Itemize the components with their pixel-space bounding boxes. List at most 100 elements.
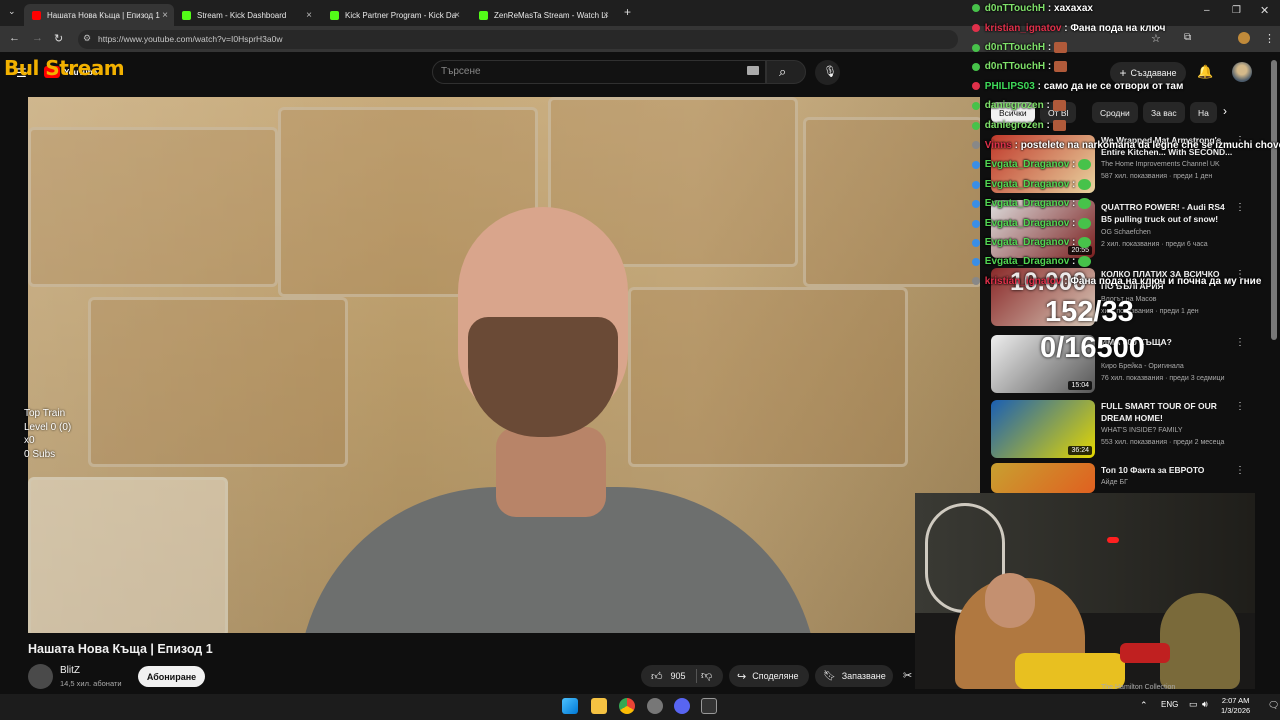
url-text[interactable]: https://www.youtube.com/watch?v=I0HsprH3…	[98, 34, 283, 44]
close-tab-icon[interactable]: ×	[603, 10, 609, 21]
close-tab-icon[interactable]: ×	[454, 10, 460, 21]
back-icon[interactable]: ←	[9, 32, 20, 44]
wall-brick	[628, 287, 908, 467]
extensions-icon[interactable]: ⧉	[1184, 32, 1191, 43]
channel-avatar[interactable]	[28, 664, 53, 689]
minimize-icon[interactable]: –	[1204, 5, 1210, 16]
subscribe-button[interactable]: Абониране	[138, 666, 205, 687]
more-actions-icon[interactable]: ⋮	[1235, 337, 1245, 348]
video-duration: 15:04	[1068, 381, 1092, 390]
bulstream-logo: Bul Stream	[4, 56, 125, 80]
recommendation-channel[interactable]: Айде БГ	[1101, 479, 1128, 486]
notifications-bell-icon[interactable]: 🔔	[1197, 64, 1213, 80]
notification-center-icon[interactable]: 🗨	[1268, 700, 1279, 711]
recommendation-meta: 553 хил. показвания · преди 2 месеца	[1101, 439, 1225, 446]
recommendation-thumbnail[interactable]: 36:24	[991, 400, 1095, 458]
like-divider	[696, 669, 697, 683]
bottom-recommendation-channel: The Hamilton Collection	[1101, 684, 1176, 691]
emote-icon	[1078, 256, 1092, 267]
tab-label: Stream - Kick Dashboard	[197, 10, 287, 20]
network-icon[interactable]: ▭	[1189, 699, 1198, 710]
chat-user: Evgata_Draganov	[984, 218, 1070, 230]
chips-next-chevron-icon[interactable]: ›	[1223, 104, 1227, 118]
more-actions-icon[interactable]: ⋮	[1235, 465, 1245, 476]
thumbs-down-icon[interactable]: 👎︎	[701, 669, 712, 682]
chat-user: daniegrozen	[984, 100, 1044, 112]
youtube-favicon-icon	[32, 10, 41, 20]
channel-subscribers: 14,5 хил. абонати	[60, 679, 122, 688]
chat-message: Evgata_Draganov :	[972, 256, 1092, 267]
close-window-icon[interactable]: ✕	[1260, 4, 1269, 17]
chat-message: Vinns : postelete na narkomana da legne …	[972, 140, 1280, 151]
tab-youtube[interactable]: Нашата Нова Къща | Епизод 1 ×	[24, 4, 174, 26]
close-tab-icon[interactable]: ×	[306, 10, 312, 21]
windows-start-icon[interactable]	[562, 698, 578, 714]
keyboard-icon[interactable]	[747, 66, 759, 75]
top-train-multiplier: x0	[24, 435, 35, 446]
recommendation-thumbnail[interactable]	[991, 463, 1095, 493]
search-button[interactable]: ⌕	[766, 60, 806, 84]
share-button[interactable]: ↪ Споделяне	[729, 665, 809, 687]
profile-icon[interactable]	[1238, 32, 1250, 44]
chat-user: d0nTTouchH	[984, 61, 1046, 73]
search-placeholder: Търсене	[441, 66, 481, 77]
settings-app-icon[interactable]	[647, 698, 663, 714]
more-actions-icon[interactable]: ⋮	[1235, 401, 1245, 412]
maximize-icon[interactable]: ❐	[1232, 5, 1241, 16]
tab-list-icon[interactable]: ⌄	[8, 6, 16, 17]
recommendation-channel[interactable]: OG Schaefchen	[1101, 229, 1151, 236]
tab-zenremasta[interactable]: ZenReMasTa Stream - Watch Li ×	[471, 4, 615, 26]
like-button[interactable]: 👍︎ 905 👎︎	[641, 665, 723, 687]
channel-name[interactable]: BlitZ	[60, 665, 80, 676]
person-left-head	[985, 573, 1035, 628]
browser-menu-icon[interactable]: ⋮	[1264, 32, 1275, 45]
emote-icon	[1052, 100, 1066, 111]
recommendation-title[interactable]: Топ 10 Факта за ЕВРОТО	[1101, 465, 1233, 477]
chat-text: хахахах	[1054, 3, 1093, 14]
recommendation-title[interactable]: QUATTRO POWER! - Audi RS4 B5 pulling tru…	[1101, 202, 1233, 225]
close-tab-icon[interactable]: ×	[162, 10, 168, 21]
chrome-icon[interactable]	[619, 698, 635, 714]
chat-message: d0nTTouchH : хахахах	[972, 3, 1093, 14]
site-info-icon[interactable]: ⚙	[83, 33, 91, 44]
tab-kick-dashboard[interactable]: Stream - Kick Dashboard ×	[174, 4, 318, 26]
video-title: Нашата Нова Къща | Епизод 1	[28, 642, 213, 656]
tab-kick-partner[interactable]: Kick Partner Program - Kick Da ×	[322, 4, 466, 26]
chip-for-you[interactable]: За вас	[1143, 102, 1185, 123]
user-badge-icon	[972, 121, 980, 130]
chat-user: d0nTTouchH	[984, 42, 1046, 54]
language-indicator[interactable]: ENG	[1161, 700, 1178, 709]
discord-icon[interactable]	[674, 698, 690, 714]
chat-user: Evgata_Draganov	[984, 159, 1070, 171]
file-explorer-icon[interactable]	[591, 698, 607, 714]
recommendation-channel[interactable]: The Home Improvements Channel UK	[1101, 161, 1220, 168]
terminal-icon[interactable]	[701, 698, 717, 714]
video-player[interactable]	[28, 97, 980, 633]
share-icon: ↪	[737, 670, 747, 683]
voice-search-button[interactable]: 🎙	[815, 60, 840, 85]
chat-user: daniegrozen	[984, 120, 1044, 132]
system-clock[interactable]: 2:07 AM 1/3/2026	[1221, 696, 1250, 716]
emote-icon	[1078, 198, 1092, 209]
volume-icon[interactable]: 🔊︎	[1202, 699, 1208, 710]
account-avatar[interactable]	[1232, 62, 1252, 82]
user-badge-icon	[972, 257, 980, 266]
recommendation-channel[interactable]: WHAT'S INSIDE? FAMILY	[1101, 427, 1183, 434]
search-input[interactable]	[432, 60, 766, 84]
chip-related[interactable]: Сродни	[1092, 102, 1138, 123]
bookmark-icon: 🔖︎	[823, 670, 836, 682]
more-actions-icon[interactable]: ⋮	[1235, 202, 1245, 213]
clip-icon[interactable]: ✂	[903, 669, 912, 682]
chip-more[interactable]: На	[1190, 102, 1217, 123]
forward-icon[interactable]: →	[32, 32, 43, 44]
new-tab-icon[interactable]: +	[624, 5, 631, 19]
save-button[interactable]: 🔖︎ Запазване	[815, 665, 893, 687]
user-badge-icon	[972, 219, 980, 228]
reload-icon[interactable]: ↻	[54, 32, 63, 45]
emote-icon	[1078, 237, 1092, 248]
tray-chevron-icon[interactable]: ⌃	[1140, 700, 1148, 711]
tab-label: Kick Partner Program - Kick Da	[345, 10, 457, 20]
recommendation-title[interactable]: FULL SMART TOUR OF OUR DREAM HOME!	[1101, 401, 1233, 424]
user-badge-icon	[972, 62, 980, 71]
page-scrollbar[interactable]	[1271, 60, 1277, 340]
